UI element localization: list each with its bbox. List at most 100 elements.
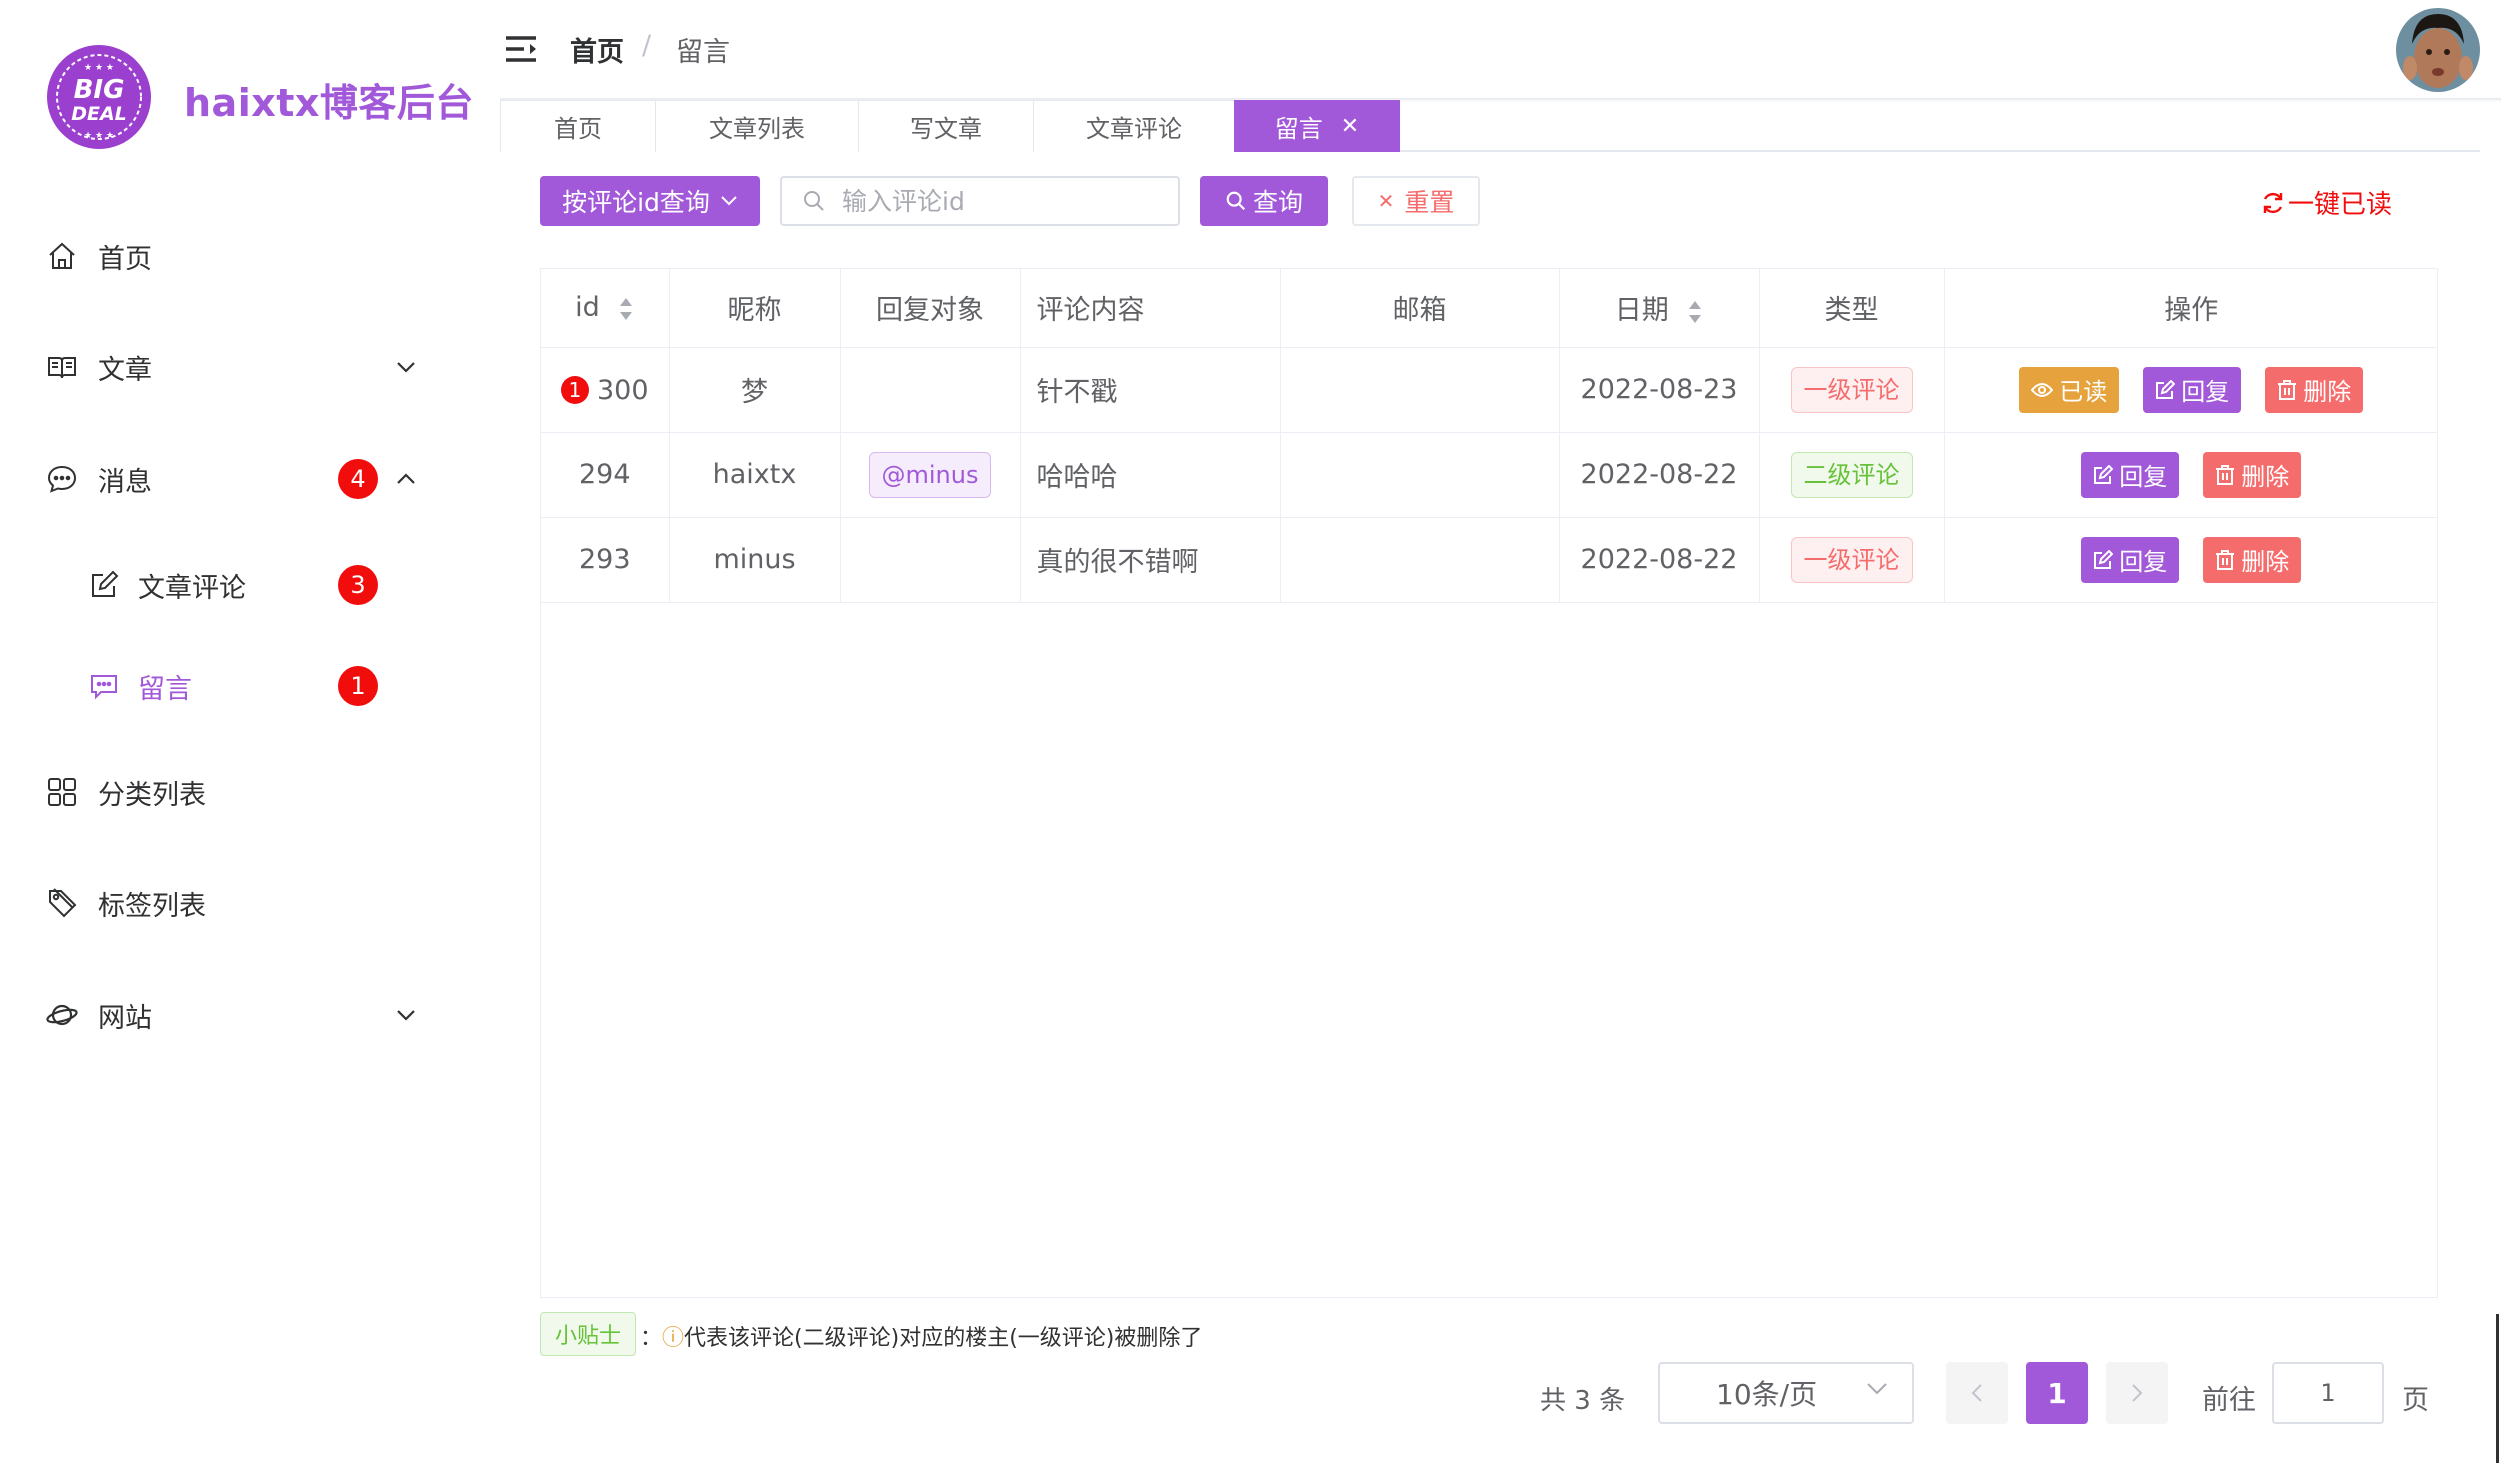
sort-icon[interactable]	[1687, 299, 1703, 325]
delete-button[interactable]: 删除	[2203, 536, 2302, 583]
close-icon: ✕	[1377, 189, 1395, 213]
info-icon: ⓘ	[662, 1326, 685, 1351]
nickname-cell: minus	[669, 517, 841, 603]
type-cell: 一级评论	[1759, 347, 1945, 433]
sidebar-item-label: 留言	[138, 673, 192, 705]
sidebar-item-guestbook[interactable]: 留言 1	[0, 646, 480, 726]
edit-icon	[86, 567, 122, 603]
id-cell: 293	[541, 517, 670, 603]
tab-guestbook[interactable]: 留言 ✕	[1234, 100, 1400, 152]
id-cell: 294	[541, 432, 670, 518]
top-header: 首页 / 留言	[500, 0, 2501, 100]
home-icon	[44, 238, 80, 274]
eye-icon	[2031, 382, 2054, 397]
actions-cell: 回复 删除	[1944, 517, 2438, 603]
chevron-down-icon	[392, 353, 420, 381]
type-tag: 二级评论	[1790, 451, 1913, 498]
sidebar-item-article-comments[interactable]: 文章评论 3	[0, 545, 480, 625]
prev-page-button[interactable]	[1946, 1362, 2008, 1424]
email-cell	[1280, 347, 1560, 433]
breadcrumb-home[interactable]: 首页	[570, 30, 624, 69]
email-cell	[1280, 432, 1560, 518]
date-cell: 2022-08-22	[1559, 432, 1760, 518]
mark-read-button[interactable]: 已读	[2019, 366, 2120, 413]
column-header-id[interactable]: id	[541, 269, 670, 348]
page-size-select[interactable]: 10条/页	[1658, 1362, 1914, 1424]
tip-colon: ：	[640, 1326, 663, 1351]
search-button-label: 查询	[1252, 188, 1303, 217]
close-icon[interactable]: ✕	[1341, 114, 1359, 139]
chevron-down-icon	[392, 1001, 420, 1029]
search-field[interactable]	[780, 176, 1180, 226]
sidebar-item-home[interactable]: 首页	[0, 216, 480, 296]
tab-write-article[interactable]: 写文章	[858, 100, 1034, 152]
type-tag: 一级评论	[1790, 366, 1913, 413]
chevron-down-icon	[1867, 1383, 1887, 1395]
tab-article-list[interactable]: 文章列表	[655, 100, 859, 152]
planet-icon	[44, 997, 80, 1033]
chevron-down-icon	[721, 196, 737, 206]
goto-page-field[interactable]	[2272, 1362, 2384, 1424]
tab-home[interactable]: 首页	[500, 100, 656, 152]
breadcrumb-current: 留言	[676, 37, 730, 68]
sidebar-item-website[interactable]: 网站	[0, 975, 480, 1055]
sidebar-item-label: 文章评论	[138, 572, 246, 604]
search-button[interactable]: 查询	[1200, 176, 1328, 226]
next-page-button[interactable]	[2106, 1362, 2168, 1424]
goto-page-input[interactable]	[2288, 1379, 2368, 1407]
page-suffix-label: 页	[2402, 1385, 2429, 1416]
sidebar-item-label: 消息	[98, 466, 152, 498]
menu-toggle-icon[interactable]	[504, 34, 538, 64]
table-header-row: id 昵称 回复对象 评论内容 邮箱 日期 类型 操作	[541, 269, 2438, 348]
reply-button[interactable]: 回复	[2081, 451, 2180, 498]
table-row: 294 haixtx @minus 哈哈哈 2022-08-22 二级评论 回复	[541, 432, 2438, 518]
reset-button[interactable]: ✕ 重置	[1352, 176, 1480, 226]
actions-cell: 已读 回复 删除	[1944, 347, 2438, 433]
sidebar-item-label: 分类列表	[98, 779, 206, 811]
content-cell: 哈哈哈	[1020, 432, 1281, 518]
book-icon	[44, 349, 80, 385]
sidebar-item-label: 标签列表	[98, 890, 206, 922]
user-avatar[interactable]	[2396, 8, 2480, 92]
trash-icon	[2216, 549, 2235, 570]
mark-all-read-button[interactable]: 一键已读	[2260, 184, 2392, 221]
query-type-dropdown[interactable]: 按评论id查询	[540, 176, 760, 226]
delete-button[interactable]: 删除	[2265, 366, 2364, 413]
search-input[interactable]	[842, 186, 1162, 216]
column-header-nickname: 昵称	[669, 269, 841, 348]
actions-cell: 回复 删除	[1944, 432, 2438, 518]
tab-article-comments[interactable]: 文章评论	[1033, 100, 1235, 152]
column-header-date[interactable]: 日期	[1559, 269, 1760, 348]
tag-icon	[44, 885, 80, 921]
breadcrumb-separator: /	[642, 30, 652, 61]
sidebar-item-categories[interactable]: 分类列表	[0, 752, 480, 832]
goto-label: 前往	[2202, 1385, 2256, 1416]
page-number-button[interactable]: 1	[2026, 1362, 2088, 1424]
sidebar-item-messages[interactable]: 消息 4	[0, 439, 480, 519]
pagination-total: 共 3 条	[1540, 1386, 1626, 1416]
email-cell	[1280, 517, 1560, 603]
brand-title: haixtx博客后台	[184, 81, 474, 125]
refresh-icon	[2263, 192, 2283, 213]
reply-button[interactable]: 回复	[2081, 536, 2180, 583]
reply-to-cell	[840, 347, 1021, 433]
edit-icon	[2156, 379, 2176, 399]
sidebar-item-articles[interactable]: 文章	[0, 327, 480, 407]
sort-icon[interactable]	[618, 296, 634, 322]
delete-button[interactable]: 删除	[2203, 451, 2302, 498]
reply-button[interactable]: 回复	[2143, 366, 2242, 413]
scrollbar[interactable]	[2496, 1314, 2499, 1463]
sidebar-item-label: 文章	[98, 354, 152, 386]
date-cell: 2022-08-22	[1559, 517, 1760, 603]
tab-label: 留言	[1274, 115, 1323, 143]
reply-to-tag: @minus	[868, 451, 992, 498]
type-cell: 二级评论	[1759, 432, 1945, 518]
sidebar: ★ ★ ★ ★ ★ ★ BIG DEAL haixtx博客后台 首页 文章 消息…	[0, 0, 480, 1463]
column-header-reply-to: 回复对象	[840, 269, 1021, 348]
message-icon	[86, 668, 122, 704]
content-cell: 针不戳	[1020, 347, 1281, 433]
sidebar-item-tags[interactable]: 标签列表	[0, 863, 480, 943]
unread-dot: 1	[560, 376, 589, 405]
tip-message: 代表该评论(二级评论)对应的楼主(一级评论)被删除了	[684, 1326, 1203, 1351]
search-icon	[804, 191, 824, 211]
